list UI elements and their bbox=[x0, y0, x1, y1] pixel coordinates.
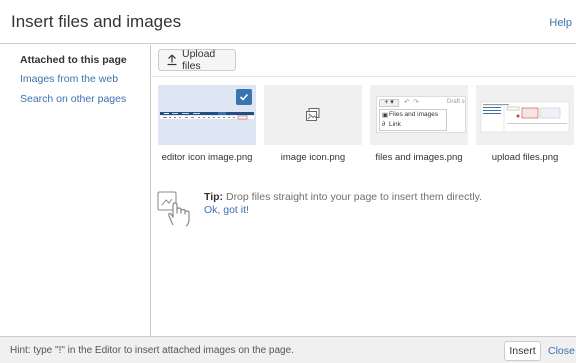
insert-button[interactable]: Insert bbox=[504, 341, 541, 361]
toolbar-divider bbox=[151, 76, 576, 77]
dialog-header: Insert files and images Help bbox=[0, 0, 576, 44]
menu-link-icon: ∂ bbox=[382, 121, 386, 128]
dialog-title: Insert files and images bbox=[11, 12, 182, 31]
menu-item-files: Files and images bbox=[389, 111, 439, 118]
sidebar-item-web-images[interactable]: Images from the web bbox=[20, 73, 118, 85]
dialog-footer: Hint: type "!" in the Editor to insert a… bbox=[0, 336, 576, 363]
files-menu-thumbnail: + ▾ ↶ ↷ Draft s ▣ Files and images ∂ Lin… bbox=[376, 96, 466, 133]
image-icon bbox=[305, 107, 321, 126]
sidebar-item-search-pages[interactable]: Search on other pages bbox=[20, 93, 126, 105]
tip-message: Drop files straight into your page to in… bbox=[223, 191, 482, 203]
attachment-tile-image-icon[interactable] bbox=[264, 85, 362, 145]
tile-label-upload-files: upload files.png bbox=[491, 152, 559, 163]
tip-text: Tip: Drop files straight into your page … bbox=[204, 191, 482, 204]
sidebar: Attached to this page Images from the we… bbox=[0, 45, 150, 336]
draft-status: Draft s bbox=[447, 99, 465, 105]
menu-image-icon: ▣ bbox=[382, 112, 389, 119]
main-panel: Upload files editor icon image.png image… bbox=[151, 45, 576, 336]
insert-menu-thumbnail: ▣ Files and images ∂ Link bbox=[379, 109, 447, 131]
redo-icon: ↷ bbox=[413, 99, 419, 106]
upload-files-button[interactable]: Upload files bbox=[158, 48, 236, 72]
tip-prefix: Tip: bbox=[204, 191, 224, 203]
sidebar-item-attached[interactable]: Attached to this page bbox=[20, 54, 127, 66]
tile-label-image-icon: image icon.png bbox=[280, 152, 346, 163]
tip-dismiss-link[interactable]: Ok, got it! bbox=[204, 204, 249, 216]
drop-files-tip: Tip: Drop files straight into your page … bbox=[156, 189, 482, 232]
drag-hand-icon bbox=[156, 189, 196, 232]
upload-icon bbox=[166, 54, 178, 66]
help-link[interactable]: Help bbox=[549, 17, 572, 29]
plus-dropdown-icon: + ▾ bbox=[379, 99, 399, 107]
attachment-tile-editor-icon[interactable] bbox=[158, 85, 256, 145]
attachment-tile-upload-files[interactable] bbox=[476, 85, 574, 145]
upload-dialog-thumbnail bbox=[480, 101, 570, 133]
selected-check-icon[interactable] bbox=[236, 89, 252, 105]
attachment-tile-files-and-images[interactable]: + ▾ ↶ ↷ Draft s ▣ Files and images ∂ Lin… bbox=[370, 85, 468, 145]
tile-label-editor-icon: editor icon image.png bbox=[161, 152, 253, 163]
undo-icon: ↶ bbox=[404, 99, 410, 106]
tile-label-files-and-images: files and images.png bbox=[375, 152, 463, 163]
close-button[interactable]: Close bbox=[548, 345, 575, 357]
hint-text: Hint: type "!" in the Editor to insert a… bbox=[10, 345, 294, 356]
upload-files-label: Upload files bbox=[182, 48, 216, 72]
menu-item-link: Link bbox=[389, 121, 401, 128]
